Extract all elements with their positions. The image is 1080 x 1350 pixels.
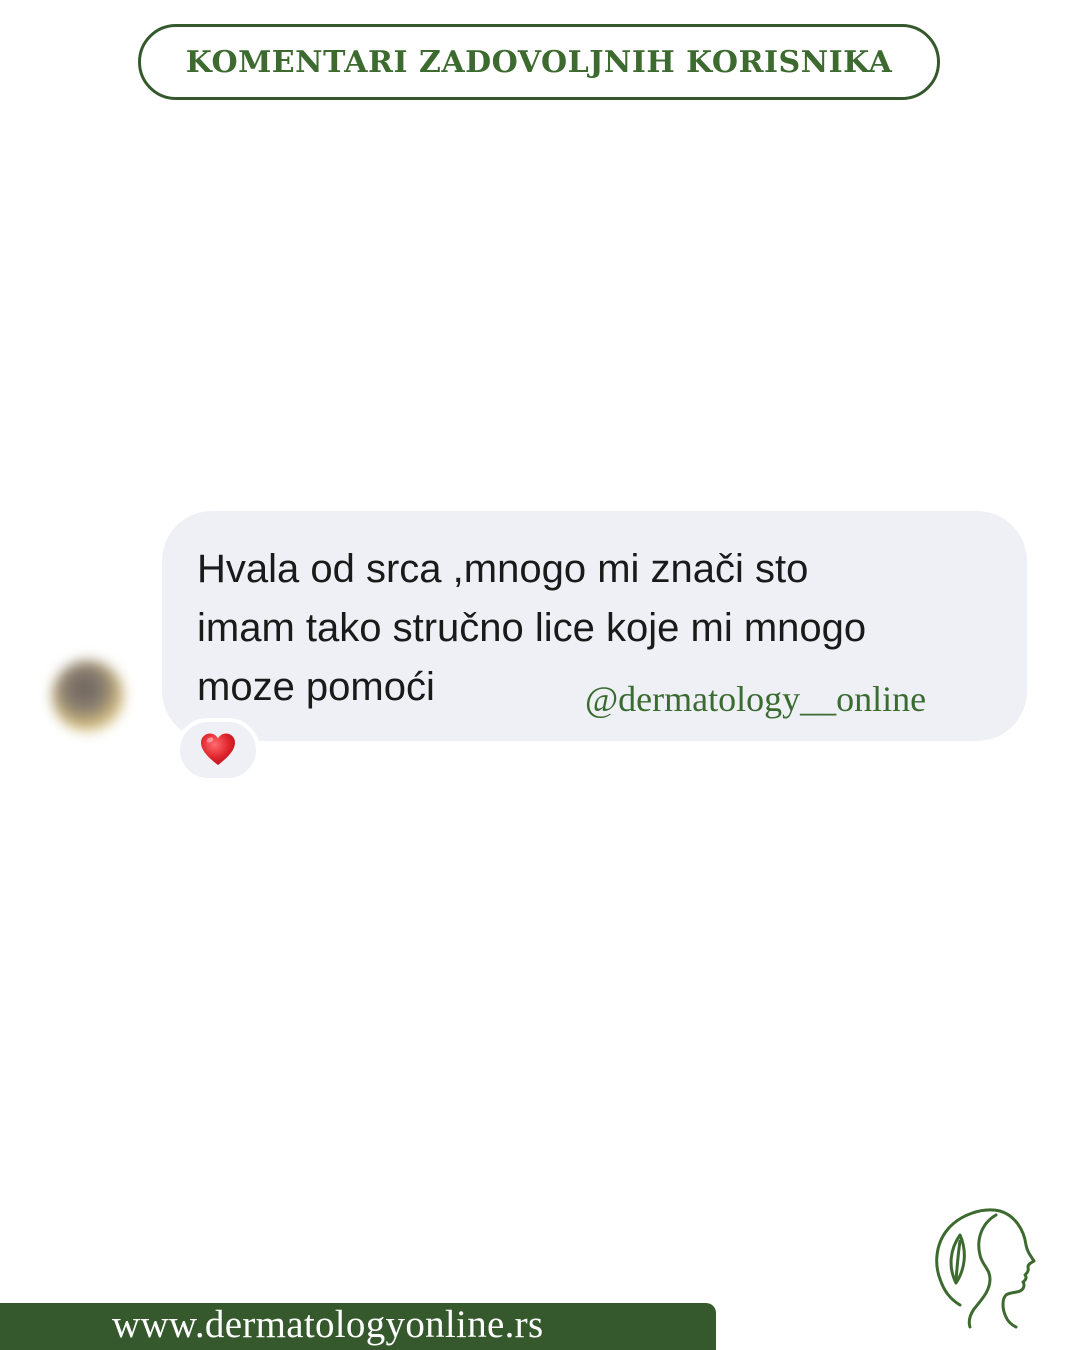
red-heart-icon — [201, 733, 235, 765]
page-title: KOMENTARI ZADOVOLJNIH KORISNIKA — [185, 44, 893, 80]
header-pill: KOMENTARI ZADOVOLJNIH KORISNIKA — [138, 24, 940, 100]
watermark-handle: @dermatology__online — [585, 679, 927, 719]
avatar[interactable] — [52, 660, 124, 732]
website-link[interactable]: www.dermatologyonline.rs — [112, 1302, 543, 1347]
face-leaf-logo — [935, 1208, 1036, 1329]
reaction-badge[interactable] — [176, 718, 260, 782]
